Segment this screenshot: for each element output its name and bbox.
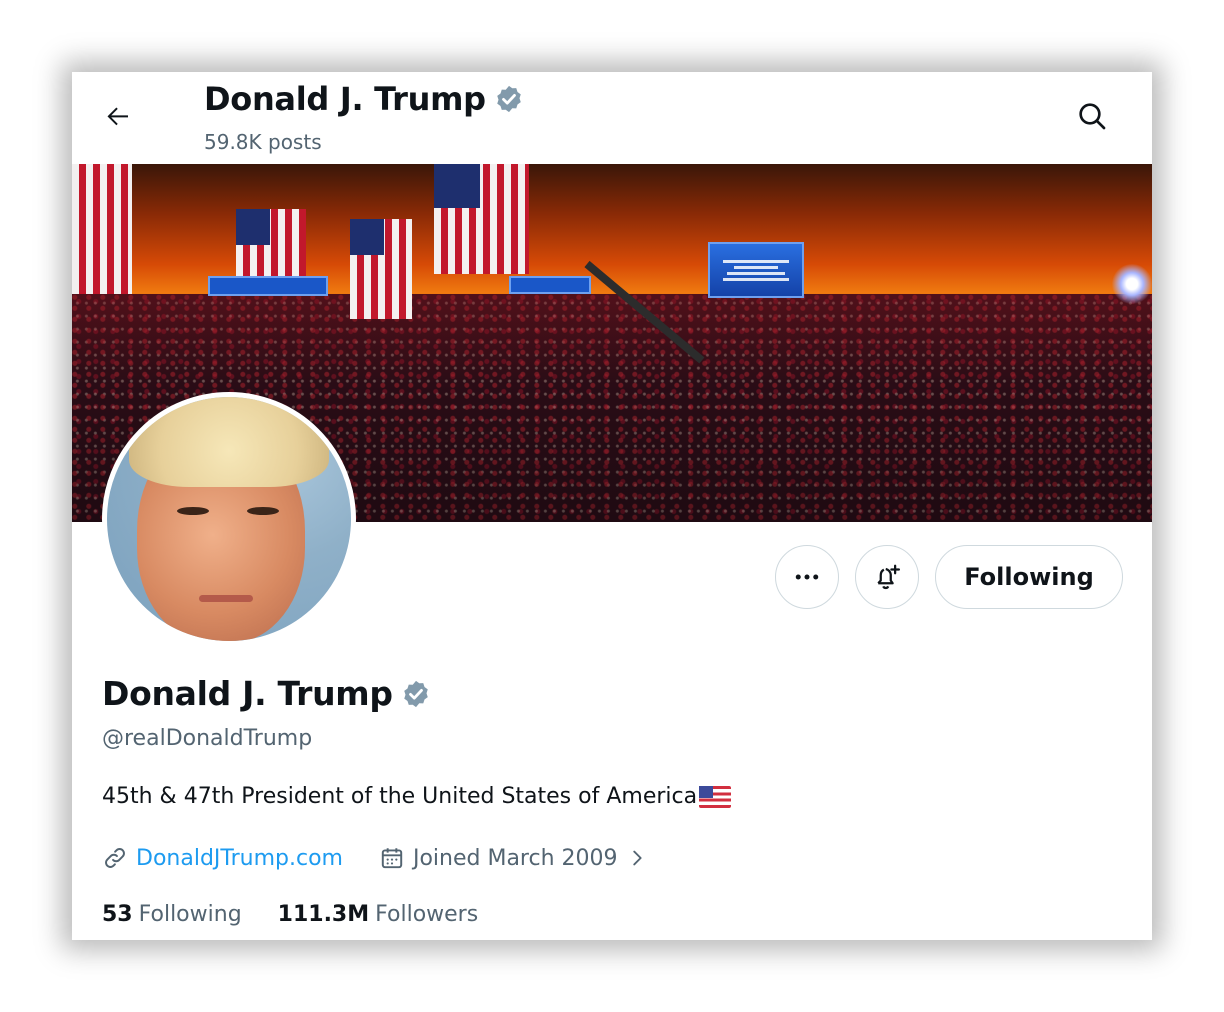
banner-sign xyxy=(208,276,328,296)
banner-sign-large xyxy=(708,242,804,298)
arrow-left-icon xyxy=(107,107,128,126)
bell-plus-icon xyxy=(877,564,900,590)
avatar-eye xyxy=(247,507,279,515)
post-count: 59.8K posts xyxy=(204,130,322,154)
profile-meta: DonaldJTrump.com Joined March 2009 xyxy=(102,842,648,874)
screenshot-stage: Donald J. Trump 59.8K posts Following Do… xyxy=(0,0,1224,1012)
joined-item[interactable]: Joined March 2009 xyxy=(379,845,648,871)
banner-spotlight xyxy=(1112,264,1152,304)
following-button[interactable]: Following xyxy=(935,545,1123,609)
more-button[interactable] xyxy=(775,545,839,609)
more-horizontal-icon xyxy=(795,574,819,580)
notifications-button[interactable] xyxy=(855,545,919,609)
header-name: Donald J. Trump xyxy=(204,80,486,118)
website-link[interactable]: DonaldJTrump.com xyxy=(136,846,343,871)
link-icon xyxy=(105,848,125,868)
joined-date: Joined March 2009 xyxy=(412,845,618,871)
avatar-hair xyxy=(129,397,329,487)
search-icon xyxy=(1079,103,1106,130)
calendar-icon xyxy=(381,848,403,869)
banner-sign xyxy=(509,276,591,294)
followers-count: 111.3M xyxy=(277,902,370,927)
following-count: 53 xyxy=(102,902,133,927)
chevron-right-icon xyxy=(632,850,642,866)
profile-header-bar: Donald J. Trump 59.8K posts xyxy=(72,72,1152,164)
following-label: Following xyxy=(138,902,242,927)
profile-stats: 53 Following 111.3M Followers xyxy=(102,902,478,927)
verified-badge-icon[interactable] xyxy=(401,679,431,709)
profile-card: Donald J. Trump 59.8K posts Following Do… xyxy=(72,72,1152,940)
avatar-mouth xyxy=(199,595,253,602)
header-title: Donald J. Trump xyxy=(204,80,524,118)
website-item: DonaldJTrump.com xyxy=(102,845,343,871)
banner-flag-icon xyxy=(434,164,529,274)
following-stat[interactable]: 53 Following xyxy=(102,902,242,927)
profile-bio: 45th & 47th President of the United Stat… xyxy=(102,784,732,809)
us-flag-icon xyxy=(699,785,732,808)
followers-label: Followers xyxy=(375,902,479,927)
bio-text: 45th & 47th President of the United Stat… xyxy=(102,784,698,809)
followers-stat[interactable]: 111.3M Followers xyxy=(278,902,479,927)
profile-name: Donald J. Trump xyxy=(102,674,431,713)
banner-flag-icon xyxy=(350,219,412,319)
profile-handle: @realDonaldTrump xyxy=(102,726,313,751)
back-button[interactable] xyxy=(98,96,138,136)
search-button[interactable] xyxy=(1072,96,1112,136)
avatar-eye xyxy=(177,507,209,515)
profile-name-text: Donald J. Trump xyxy=(102,674,393,713)
banner-flag-icon xyxy=(72,164,132,294)
avatar[interactable] xyxy=(102,392,356,646)
verified-badge-icon xyxy=(497,85,521,113)
